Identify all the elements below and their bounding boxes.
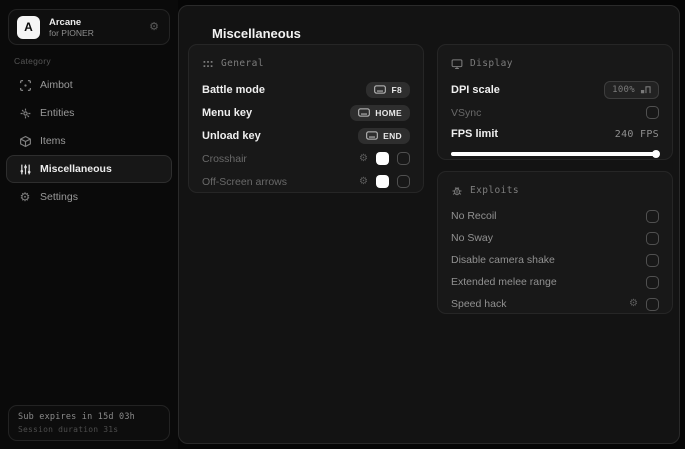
vsync-label: VSync [451,106,482,119]
extended-melee-range-row: Extended melee range [451,271,659,293]
sidebar-item-aimbot[interactable]: Aimbot [6,71,172,99]
crosshair-icon [18,78,32,92]
keyboard-icon [358,108,371,117]
monitor-icon [451,58,463,69]
no-recoil-label: No Recoil [451,210,497,222]
menu-key-row: Menu key HOME [202,101,410,124]
gear-icon[interactable]: ⚙ [359,153,368,164]
no-sway-row: No Sway [451,227,659,249]
scale-icon [640,85,651,93]
sidebar-item-miscellaneous[interactable]: Miscellaneous [6,155,172,183]
speed-hack-label: Speed hack [451,298,507,310]
disable-camera-shake-label: Disable camera shake [451,254,555,266]
fps-limit-row: FPS limit 240 FPS [451,124,659,144]
page-title: Miscellaneous [212,26,301,41]
app-logo: A [17,15,40,39]
sidebar-item-entities[interactable]: Entities [6,99,172,127]
crosshair-color-swatch[interactable] [376,152,389,165]
sliders-icon [18,162,32,176]
disable-camera-shake-checkbox[interactable] [646,253,659,267]
app-name: Arcane [49,16,82,28]
speed-hack-row: Speed hack ⚙ [451,293,659,315]
category-label: Category [14,56,51,66]
sidebar: A Arcane for PIONER ⚙ Category Aimbot En… [0,0,178,449]
sub-expires-text: Sub expires in 15d 03h [18,412,135,422]
battle-mode-label: Battle mode [202,83,265,96]
dpi-scale-selector[interactable]: 100% [604,80,659,99]
unload-key-row: Unload key END [202,124,410,147]
fps-limit-slider[interactable] [451,150,660,158]
general-panel: General Battle mode F8 Menu key HOME Unl… [188,44,424,193]
no-recoil-row: No Recoil [451,205,659,227]
display-panel-title: Display [470,58,513,69]
dpi-scale-value: 100% [612,84,635,95]
exploits-panel-header: Exploits [451,183,659,198]
offscreen-arrows-row: Off-Screen arrows ⚙ [202,170,410,193]
gear-icon[interactable]: ⚙ [359,176,368,187]
sidebar-item-settings[interactable]: ⚙ Settings [6,183,172,211]
general-panel-title: General [221,58,264,69]
crosshair-row: Crosshair ⚙ [202,147,410,170]
no-sway-checkbox[interactable] [646,231,659,245]
menu-key-label: Menu key [202,106,253,119]
display-panel-header: Display [451,56,659,71]
crosshair-label: Crosshair [202,152,247,165]
unload-key-keybind[interactable]: END [358,127,410,144]
fps-limit-value: 240 FPS [614,128,659,140]
unload-key-label: Unload key [202,129,261,142]
sidebar-item-label: Miscellaneous [40,163,112,175]
sidebar-item-label: Aimbot [40,79,73,91]
sidebar-item-label: Entities [40,107,75,119]
extended-melee-range-checkbox[interactable] [646,275,659,289]
offscreen-arrows-checkbox[interactable] [397,175,410,188]
sidebar-item-label: Items [40,135,66,147]
dpi-scale-label: DPI scale [451,83,500,96]
menu-key-keybind[interactable]: HOME [350,104,410,121]
vsync-checkbox[interactable] [646,106,659,119]
extended-melee-range-label: Extended melee range [451,276,557,288]
offscreen-arrows-label: Off-Screen arrows [202,175,287,188]
slider-knob[interactable] [652,150,660,158]
dpi-scale-row: DPI scale 100% [451,78,659,101]
battle-mode-keybind[interactable]: F8 [366,81,410,98]
exploits-panel: Exploits No Recoil No Sway Disable camer… [437,171,673,314]
exploits-panel-title: Exploits [470,185,519,196]
cube-icon [18,134,32,148]
keyboard-icon [366,131,378,140]
session-duration-text: Session duration 31s [18,425,119,434]
fps-limit-label: FPS limit [451,128,499,140]
bug-icon [452,186,462,195]
speed-hack-checkbox[interactable] [646,297,659,311]
offscreen-arrows-color-swatch[interactable] [376,175,389,188]
main-content: Miscellaneous General Battle mode F8 Men… [178,5,680,444]
vsync-row: VSync [451,101,659,124]
entities-icon [18,106,32,120]
app-logo-card: A Arcane for PIONER ⚙ [8,9,170,45]
grid-icon [203,60,213,67]
disable-camera-shake-row: Disable camera shake [451,249,659,271]
display-panel: Display DPI scale 100% VSync FPS limit 2… [437,44,673,160]
slider-fill [451,152,659,156]
gear-icon: ⚙ [19,190,31,204]
no-recoil-checkbox[interactable] [646,209,659,223]
gear-icon[interactable]: ⚙ [629,299,638,309]
battle-mode-row: Battle mode F8 [202,78,410,101]
app-subtitle: for PIONER [49,27,94,38]
sidebar-nav: Aimbot Entities Items Miscellaneous ⚙ Se… [0,71,178,211]
subscription-card: Sub expires in 15d 03h Session duration … [8,405,170,441]
general-panel-header: General [202,56,410,71]
no-sway-label: No Sway [451,232,494,244]
keyboard-icon [374,85,387,94]
sidebar-item-items[interactable]: Items [6,127,172,155]
crosshair-checkbox[interactable] [397,152,410,165]
sidebar-item-label: Settings [40,191,78,203]
gear-icon[interactable]: ⚙ [149,21,159,33]
